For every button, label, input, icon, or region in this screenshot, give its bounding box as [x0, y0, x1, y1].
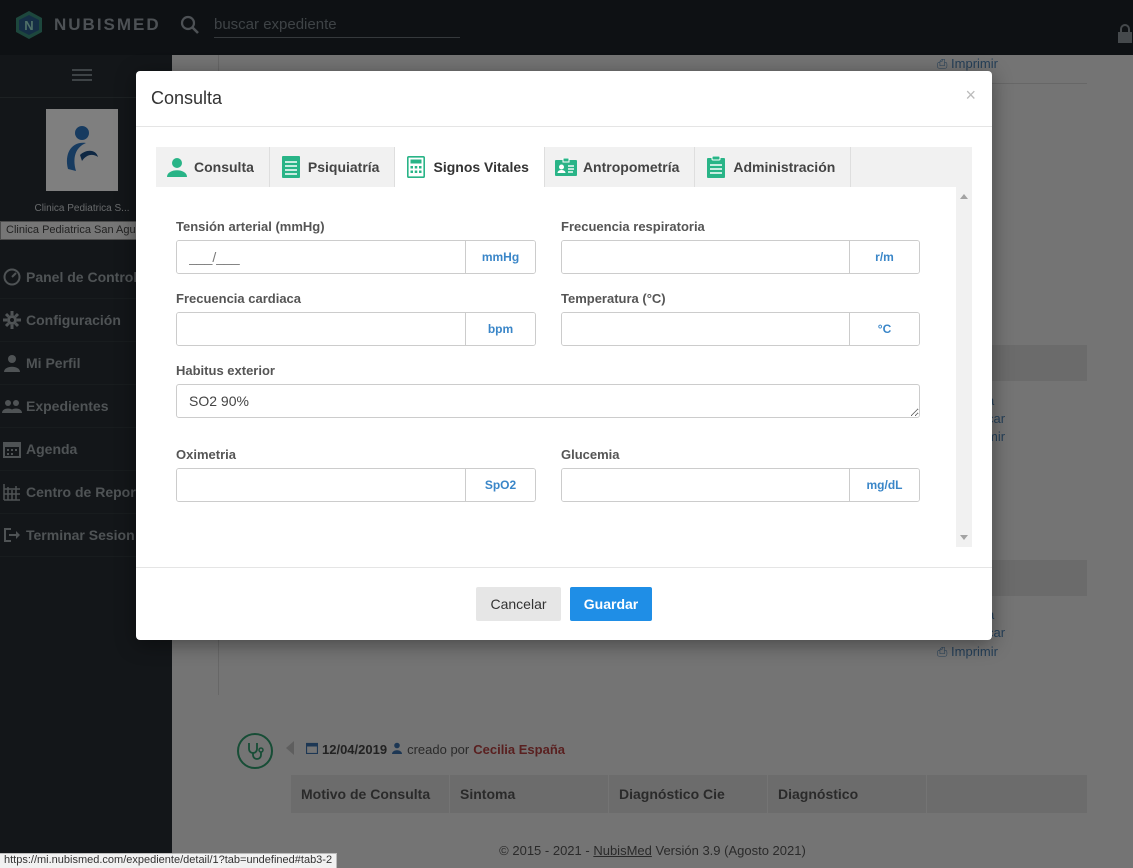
tab-label: Antropometría: [582, 159, 680, 175]
glucemia-input[interactable]: [562, 469, 849, 501]
modal-footer: Cancelar Guardar: [136, 567, 992, 640]
consulta-modal: Consulta × Consulta Psiquiatría Signos V…: [136, 71, 992, 640]
tab-label: Administración: [733, 159, 836, 175]
frec-card-input-group: bpm: [176, 312, 536, 346]
temperatura-label: Temperatura (°C): [561, 291, 666, 306]
habitus-label: Habitus exterior: [176, 363, 275, 378]
id-card-icon: [554, 156, 577, 178]
frec-resp-label: Frecuencia respiratoria: [561, 219, 705, 234]
tab-psiquiatria[interactable]: Psiquiatría: [270, 147, 396, 187]
scroll-up-arrow-icon[interactable]: [960, 194, 968, 199]
frec-resp-unit: r/m: [849, 241, 919, 273]
close-button[interactable]: ×: [965, 85, 976, 106]
temperatura-input[interactable]: [562, 313, 849, 345]
oximetria-unit: SpO2: [465, 469, 535, 501]
glucemia-input-group: mg/dL: [561, 468, 920, 502]
cancel-button[interactable]: Cancelar: [476, 587, 561, 621]
tension-label: Tensión arterial (mmHg): [176, 219, 325, 234]
signos-vitales-panel: Tensión arterial (mmHg) mmHg Frecuencia …: [156, 187, 972, 547]
tab-antropometria[interactable]: Antropometría: [545, 147, 696, 187]
oximetria-input[interactable]: [177, 469, 465, 501]
modal-header: Consulta ×: [136, 71, 992, 127]
frec-card-label: Frecuencia cardiaca: [176, 291, 302, 306]
tab-administracion[interactable]: Administración: [695, 147, 852, 187]
oximetria-label: Oximetria: [176, 447, 236, 462]
habitus-textarea[interactable]: SO2 90%: [176, 384, 920, 418]
tension-input[interactable]: [177, 241, 465, 273]
frec-card-unit: bpm: [465, 313, 535, 345]
tab-label: Psiquiatría: [307, 159, 380, 175]
browser-status-url: https://mi.nubismed.com/expediente/detai…: [0, 853, 338, 868]
calculator-icon: [405, 156, 427, 178]
glucemia-unit: mg/dL: [849, 469, 919, 501]
tab-label: Consulta: [194, 159, 254, 175]
tab-signos-vitales[interactable]: Signos Vitales: [395, 147, 545, 187]
frec-card-input[interactable]: [177, 313, 465, 345]
glucemia-label: Glucemia: [561, 447, 620, 462]
temperatura-unit: °C: [849, 313, 919, 345]
oximetria-input-group: SpO2: [176, 468, 536, 502]
temperatura-input-group: °C: [561, 312, 920, 346]
tab-label: Signos Vitales: [433, 159, 529, 175]
document-icon: [280, 156, 302, 178]
tension-unit: mmHg: [465, 241, 535, 273]
modal-title: Consulta: [151, 88, 223, 108]
panel-scrollbar[interactable]: [956, 187, 972, 547]
tension-input-group: mmHg: [176, 240, 536, 274]
frec-resp-input-group: r/m: [561, 240, 920, 274]
modal-tabs: Consulta Psiquiatría Signos Vitales Antr…: [156, 147, 972, 187]
save-button[interactable]: Guardar: [570, 587, 652, 621]
tab-consulta[interactable]: Consulta: [156, 147, 270, 187]
user-icon: [166, 156, 188, 178]
scroll-down-arrow-icon[interactable]: [960, 535, 968, 540]
clipboard-icon: [705, 156, 727, 178]
frec-resp-input[interactable]: [562, 241, 849, 273]
